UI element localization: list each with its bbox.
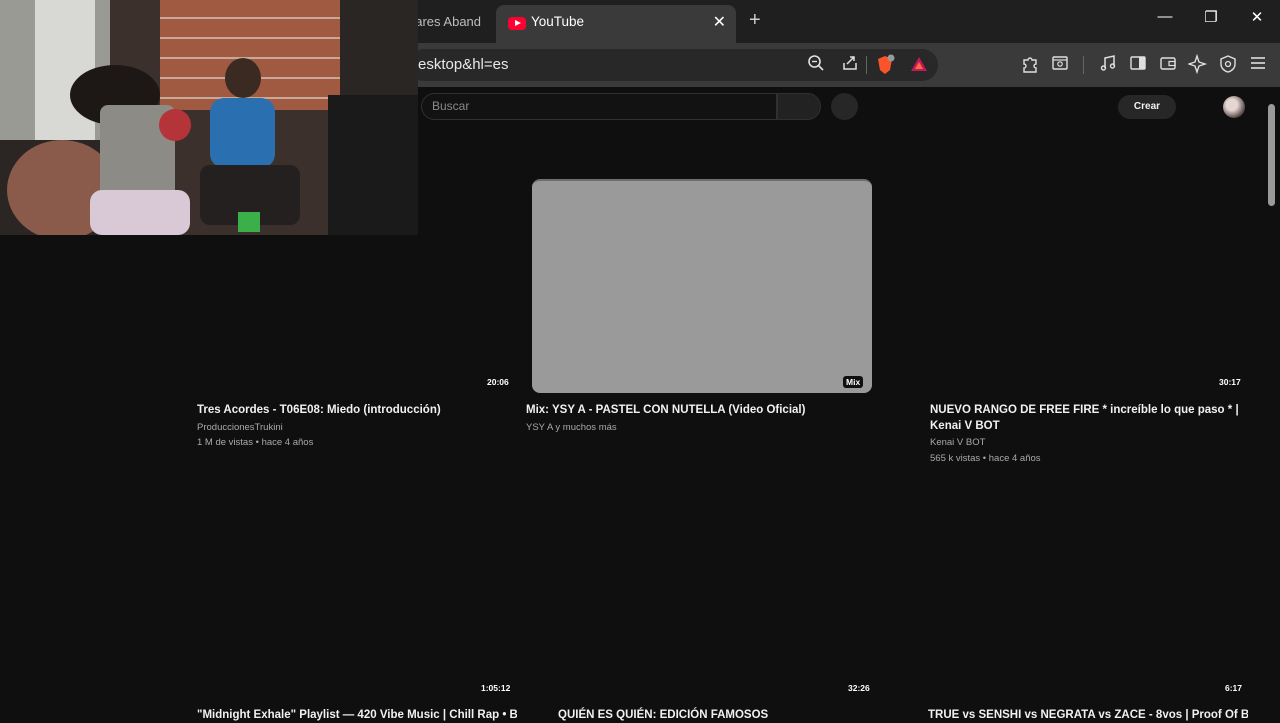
wallet-icon[interactable] <box>1157 54 1179 76</box>
toolbar-divider <box>866 56 867 74</box>
vpn-icon[interactable] <box>1217 54 1239 76</box>
zoom-icon[interactable] <box>805 54 827 76</box>
search-button[interactable] <box>777 93 821 120</box>
minimize-button[interactable]: — <box>1150 8 1180 25</box>
video-title[interactable]: Tres Acordes - T06E08: Miedo (introducci… <box>197 402 517 418</box>
webcam-image <box>0 0 418 235</box>
video-title[interactable]: NUEVO RANGO DE FREE FIRE * increíble lo … <box>930 402 1240 434</box>
video-title[interactable]: "Midnight Exhale" Playlist — 420 Vibe Mu… <box>197 707 517 723</box>
avatar[interactable] <box>1223 96 1245 118</box>
voice-search-button[interactable] <box>831 93 858 120</box>
media-icon[interactable] <box>1097 54 1119 76</box>
youtube-favicon-icon <box>508 17 526 30</box>
mix-badge: Mix <box>843 376 864 388</box>
video-thumbnail[interactable] <box>532 179 872 393</box>
tab-youtube[interactable]: YouTube ✕ <box>496 5 736 43</box>
video-channel[interactable]: YSY A y muchos más <box>526 420 617 435</box>
video-channel[interactable]: Kenai V BOT <box>930 435 985 450</box>
video-duration: 6:17 <box>1222 682 1246 694</box>
search-placeholder: Buscar <box>432 99 470 113</box>
share-icon[interactable] <box>839 54 861 76</box>
tab-title: YouTube <box>531 14 585 29</box>
scrollbar-thumb[interactable] <box>1268 104 1275 206</box>
webcam-overlay <box>0 0 418 235</box>
video-duration: 30:17 <box>1216 376 1244 388</box>
sidebar-icon[interactable] <box>1127 54 1149 76</box>
brave-rewards-icon[interactable] <box>908 54 930 76</box>
close-window-button[interactable]: ✕ <box>1242 8 1272 26</box>
tab-search-icon[interactable] <box>1049 54 1071 76</box>
video-channel[interactable]: ProduccionesTrukini <box>197 420 283 435</box>
tab-background[interactable]: gares Aband <box>408 8 492 36</box>
create-button[interactable]: Crear <box>1118 95 1176 119</box>
brave-shields-icon[interactable] <box>874 54 896 76</box>
address-url[interactable]: esktop&hl=es <box>418 56 508 73</box>
search-input[interactable] <box>421 93 777 120</box>
video-duration: 20:06 <box>484 376 512 388</box>
video-title[interactable]: QUIÉN ES QUIÉN: EDICIÓN FAMOSOS <box>558 707 878 723</box>
new-tab-button[interactable]: + <box>749 9 761 32</box>
video-duration: 1:05:12 <box>478 682 514 694</box>
extensions-icon[interactable] <box>1019 54 1041 76</box>
video-title[interactable]: TRUE vs SENSHI vs NEGRATA vs ZACE - 8vos… <box>928 707 1248 723</box>
video-duration: 32:26 <box>845 682 873 694</box>
tab-close-icon[interactable]: ✕ <box>713 12 726 32</box>
video-stats: 1 M de vistas • hace 4 años <box>197 437 314 448</box>
video-stats: 565 k vistas • hace 4 años <box>930 453 1041 464</box>
video-title[interactable]: Mix: YSY A - PASTEL CON NUTELLA (Video O… <box>526 402 886 418</box>
leo-ai-icon[interactable] <box>1186 53 1209 76</box>
toolbar-divider <box>1083 56 1084 74</box>
restore-button[interactable]: ❐ <box>1196 8 1226 26</box>
menu-icon[interactable] <box>1247 54 1269 76</box>
